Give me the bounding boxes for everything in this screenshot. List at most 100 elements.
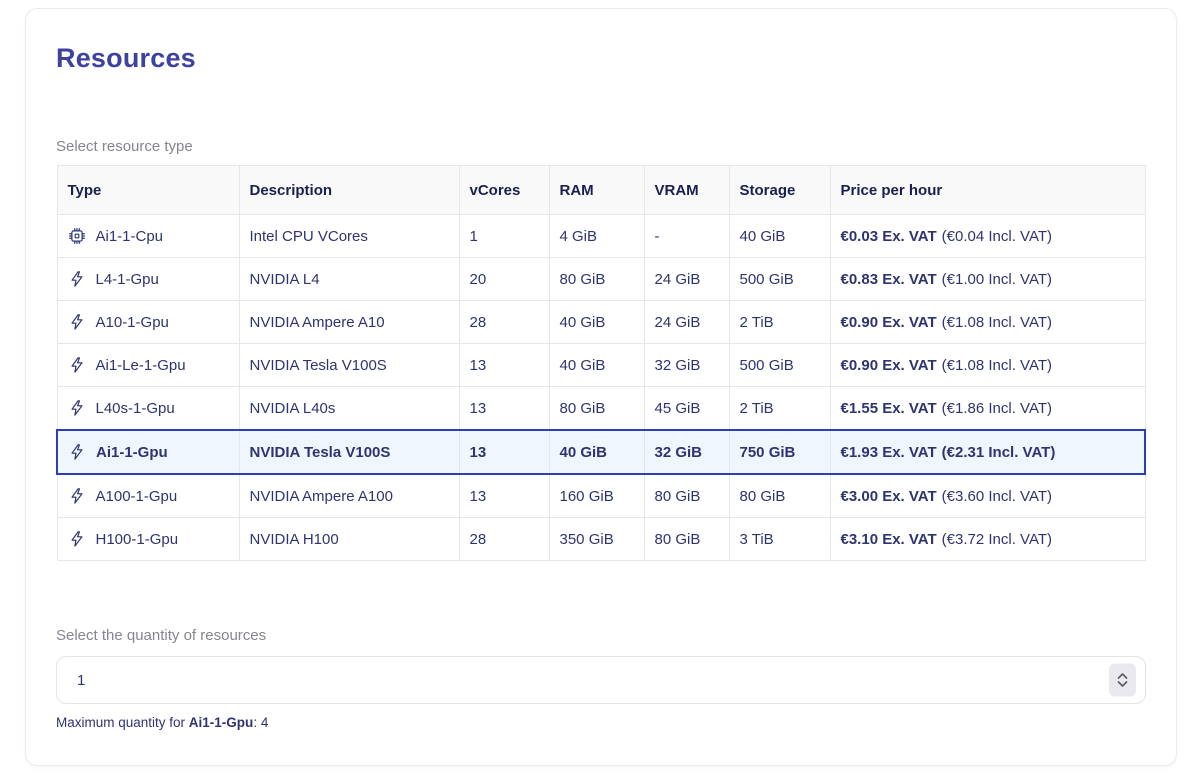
resources-card: Resources Select resource type TypeDescr… xyxy=(25,8,1177,766)
resource-description: NVIDIA L40s xyxy=(239,387,459,431)
table-row[interactable]: Ai1-1-Cpu Intel CPU VCores 1 4 GiB - 40 … xyxy=(57,215,1145,258)
resource-ram: 80 GiB xyxy=(549,387,644,431)
table-row[interactable]: L40s-1-Gpu NVIDIA L40s 13 80 GiB 45 GiB … xyxy=(57,387,1145,431)
resource-vcores: 13 xyxy=(459,430,549,474)
resource-description: Intel CPU VCores xyxy=(239,215,459,258)
resource-ram: 4 GiB xyxy=(549,215,644,258)
quantity-label: Select the quantity of resources xyxy=(56,627,1146,644)
resource-description: NVIDIA Tesla V100S xyxy=(239,430,459,474)
column-header-description: Description xyxy=(239,166,459,215)
resource-vcores: 28 xyxy=(459,301,549,344)
resource-type-name: H100-1-Gpu xyxy=(96,531,179,548)
gpu-flash-icon xyxy=(68,270,86,288)
price-ex-vat: €0.90 Ex. VAT xyxy=(841,357,937,374)
resource-storage: 40 GiB xyxy=(729,215,830,258)
gpu-flash-icon xyxy=(68,487,86,505)
resource-type-name: Ai1-1-Gpu xyxy=(96,444,168,461)
table-row[interactable]: H100-1-Gpu NVIDIA H100 28 350 GiB 80 GiB… xyxy=(57,518,1145,561)
price-incl-vat: (€3.72 Incl. VAT) xyxy=(942,531,1052,548)
table-header-row: TypeDescriptionvCoresRAMVRAMStoragePrice… xyxy=(57,166,1145,215)
quantity-input[interactable] xyxy=(56,656,1146,704)
column-header-vcores: vCores xyxy=(459,166,549,215)
resource-vram: 80 GiB xyxy=(644,518,729,561)
price-ex-vat: €1.93 Ex. VAT xyxy=(841,444,937,461)
resource-storage: 500 GiB xyxy=(729,344,830,387)
page-title: Resources xyxy=(56,43,1146,74)
resource-type-label: Select resource type xyxy=(56,138,1146,155)
chevron-down-icon xyxy=(1117,681,1128,688)
price-incl-vat: (€3.60 Incl. VAT) xyxy=(942,488,1052,505)
resource-table-body: Ai1-1-Cpu Intel CPU VCores 1 4 GiB - 40 … xyxy=(57,215,1145,561)
column-header-price-per-hour: Price per hour xyxy=(830,166,1145,215)
resource-ram: 40 GiB xyxy=(549,430,644,474)
resource-ram: 80 GiB xyxy=(549,258,644,301)
column-header-storage: Storage xyxy=(729,166,830,215)
table-row[interactable]: A10-1-Gpu NVIDIA Ampere A10 28 40 GiB 24… xyxy=(57,301,1145,344)
price-incl-vat: (€2.31 Incl. VAT) xyxy=(942,444,1056,461)
helper-type-name: Ai1-1-Gpu xyxy=(189,715,254,730)
table-row[interactable]: Ai1-Le-1-Gpu NVIDIA Tesla V100S 13 40 Gi… xyxy=(57,344,1145,387)
resource-vram: 24 GiB xyxy=(644,301,729,344)
quantity-field-wrap xyxy=(56,656,1146,704)
max-quantity-helper: Maximum quantity for Ai1-1-Gpu: 4 xyxy=(56,715,1146,730)
resource-vcores: 1 xyxy=(459,215,549,258)
resource-description: NVIDIA Ampere A10 xyxy=(239,301,459,344)
table-row[interactable]: A100-1-Gpu NVIDIA Ampere A100 13 160 GiB… xyxy=(57,474,1145,518)
price-ex-vat: €1.55 Ex. VAT xyxy=(841,400,937,417)
resource-type-name: A100-1-Gpu xyxy=(96,488,178,505)
resource-vcores: 13 xyxy=(459,474,549,518)
resource-storage: 2 TiB xyxy=(729,387,830,431)
chevron-up-icon xyxy=(1117,673,1128,680)
resource-type-table: TypeDescriptionvCoresRAMVRAMStoragePrice… xyxy=(56,165,1146,561)
resource-vcores: 28 xyxy=(459,518,549,561)
price-incl-vat: (€1.86 Incl. VAT) xyxy=(942,400,1052,417)
column-header-vram: VRAM xyxy=(644,166,729,215)
resource-vcores: 13 xyxy=(459,387,549,431)
gpu-flash-icon xyxy=(68,313,86,331)
resource-ram: 40 GiB xyxy=(549,344,644,387)
price-ex-vat: €0.90 Ex. VAT xyxy=(841,314,937,331)
quantity-stepper[interactable] xyxy=(1109,664,1136,697)
resource-vcores: 13 xyxy=(459,344,549,387)
resource-type-name: L4-1-Gpu xyxy=(96,271,159,288)
table-row[interactable]: L4-1-Gpu NVIDIA L4 20 80 GiB 24 GiB 500 … xyxy=(57,258,1145,301)
resource-vram: 80 GiB xyxy=(644,474,729,518)
helper-prefix: Maximum quantity for xyxy=(56,715,189,730)
resource-storage: 80 GiB xyxy=(729,474,830,518)
resource-vram: 45 GiB xyxy=(644,387,729,431)
resource-description: NVIDIA Tesla V100S xyxy=(239,344,459,387)
price-incl-vat: (€1.08 Incl. VAT) xyxy=(942,314,1052,331)
price-incl-vat: (€1.00 Incl. VAT) xyxy=(942,271,1052,288)
resource-storage: 2 TiB xyxy=(729,301,830,344)
column-header-type: Type xyxy=(57,166,239,215)
gpu-flash-icon xyxy=(68,399,86,417)
resource-storage: 500 GiB xyxy=(729,258,830,301)
price-incl-vat: (€0.04 Incl. VAT) xyxy=(942,228,1052,245)
resource-ram: 160 GiB xyxy=(549,474,644,518)
price-ex-vat: €0.03 Ex. VAT xyxy=(841,228,937,245)
resource-description: NVIDIA H100 xyxy=(239,518,459,561)
gpu-flash-icon xyxy=(68,356,86,374)
resource-ram: 350 GiB xyxy=(549,518,644,561)
resource-description: NVIDIA L4 xyxy=(239,258,459,301)
resource-type-name: Ai1-1-Cpu xyxy=(96,228,164,245)
gpu-flash-icon xyxy=(68,443,86,461)
resource-vram: - xyxy=(644,215,729,258)
table-row[interactable]: Ai1-1-Gpu NVIDIA Tesla V100S 13 40 GiB 3… xyxy=(57,430,1145,474)
resource-vram: 24 GiB xyxy=(644,258,729,301)
resource-type-name: A10-1-Gpu xyxy=(96,314,169,331)
resource-type-name: Ai1-Le-1-Gpu xyxy=(96,357,186,374)
resource-ram: 40 GiB xyxy=(549,301,644,344)
cpu-chip-icon xyxy=(68,227,86,245)
resource-vram: 32 GiB xyxy=(644,430,729,474)
helper-suffix: : 4 xyxy=(253,715,268,730)
gpu-flash-icon xyxy=(68,530,86,548)
resource-storage: 750 GiB xyxy=(729,430,830,474)
resource-vcores: 20 xyxy=(459,258,549,301)
price-ex-vat: €3.10 Ex. VAT xyxy=(841,531,937,548)
price-incl-vat: (€1.08 Incl. VAT) xyxy=(942,357,1052,374)
resource-type-name: L40s-1-Gpu xyxy=(96,400,175,417)
resource-storage: 3 TiB xyxy=(729,518,830,561)
price-ex-vat: €3.00 Ex. VAT xyxy=(841,488,937,505)
column-header-ram: RAM xyxy=(549,166,644,215)
